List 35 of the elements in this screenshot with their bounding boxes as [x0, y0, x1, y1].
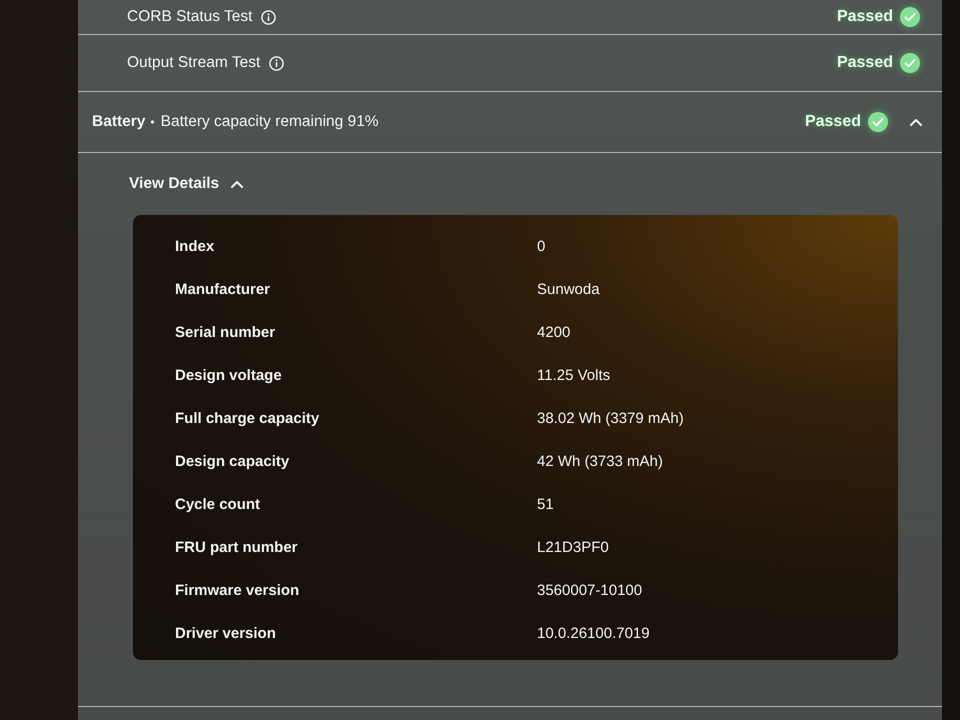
- check-circle-icon: [868, 112, 888, 132]
- detail-value: L21D3PF0: [537, 539, 609, 556]
- status-label: Passed: [836, 54, 893, 72]
- test-name: Output Stream Test: [127, 54, 260, 72]
- info-icon[interactable]: [261, 10, 276, 24]
- status-label: Passed: [836, 8, 893, 26]
- battery-summary: Battery capacity remaining 91%: [160, 113, 379, 131]
- detail-label: Manufacturer: [175, 281, 270, 298]
- info-icon[interactable]: [269, 56, 284, 70]
- detail-label: Index: [175, 238, 214, 255]
- test-name: CORB Status Test: [127, 8, 252, 26]
- detail-label: Design capacity: [175, 453, 290, 470]
- detail-value: 38.02 Wh (3379 mAh): [537, 410, 684, 427]
- detail-value: 10.0.26100.7019: [537, 625, 650, 642]
- detail-label: Full charge capacity: [175, 410, 320, 427]
- chevron-up-icon[interactable]: [910, 118, 922, 126]
- detail-value: 0: [537, 238, 546, 255]
- check-circle-icon: [900, 7, 920, 27]
- separator-dot: •: [150, 115, 155, 129]
- detail-value: 3560007-10100: [537, 582, 642, 599]
- detail-value: 4200: [537, 324, 570, 341]
- detail-label: Serial number: [175, 324, 276, 341]
- detail-value: 11.25 Volts: [537, 367, 610, 384]
- battery-title: Battery: [92, 113, 146, 131]
- detail-value: 51: [537, 496, 554, 513]
- detail-label: Cycle count: [175, 496, 260, 513]
- status-label: Passed: [804, 113, 861, 131]
- detail-label: Driver version: [175, 625, 276, 642]
- detail-label: Design voltage: [175, 367, 282, 384]
- view-details-button[interactable]: View Details: [129, 175, 244, 193]
- detail-value: Sunwoda: [537, 281, 600, 298]
- detail-label: Firmware version: [175, 582, 300, 599]
- check-circle-icon: [900, 53, 920, 73]
- detail-label: FRU part number: [175, 539, 298, 556]
- detail-value: 42 Wh (3733 mAh): [537, 453, 663, 470]
